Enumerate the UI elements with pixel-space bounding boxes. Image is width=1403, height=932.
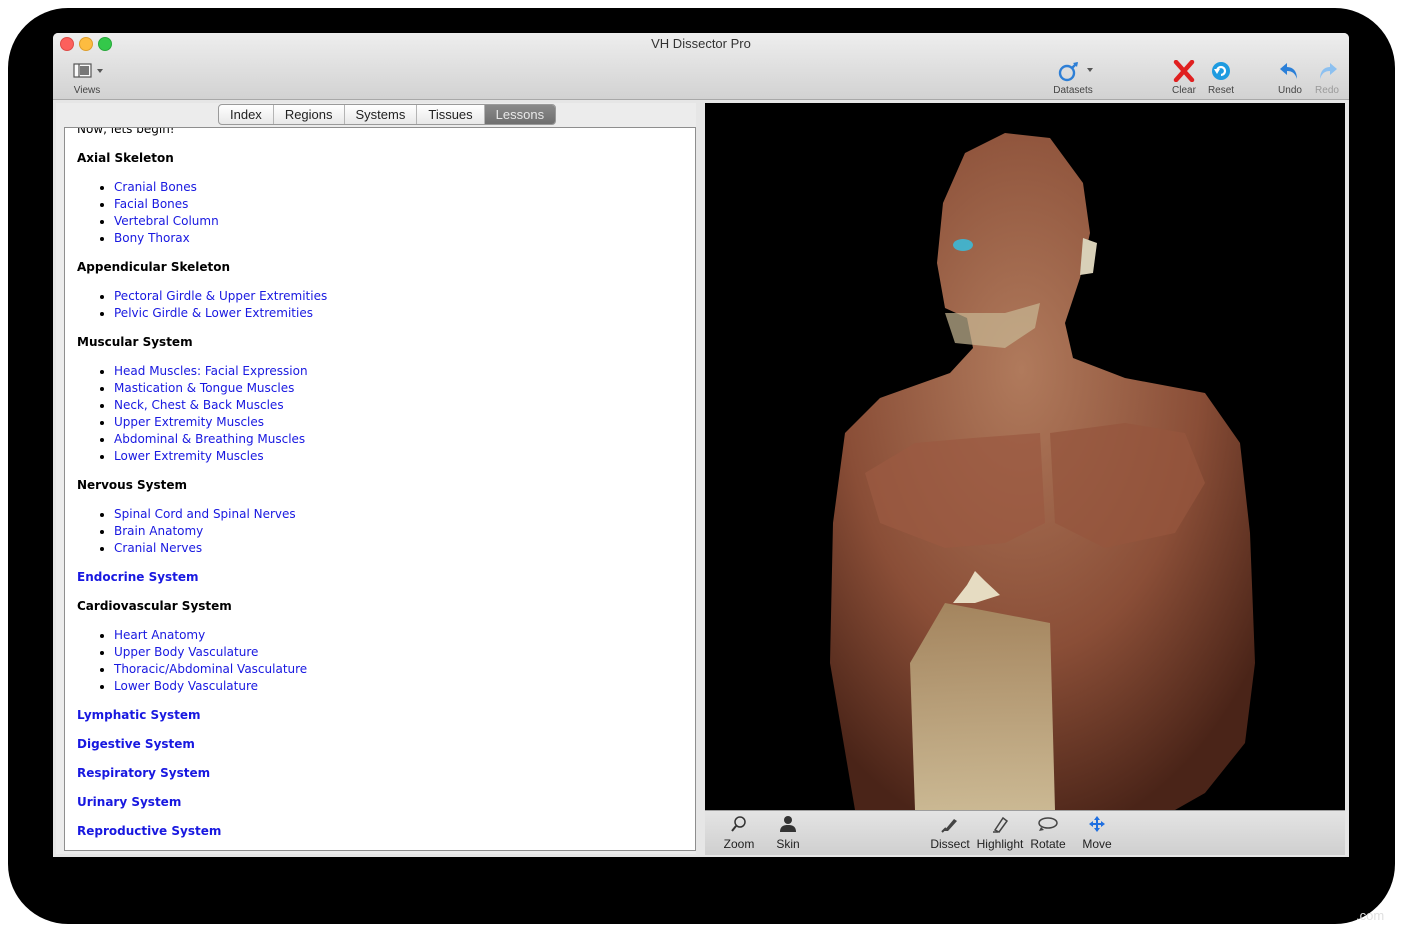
lesson-section-urinary-system[interactable]: Urinary System	[77, 794, 677, 811]
viewer-panel: Zoom Skin Dissect Highlight Rotate Move	[705, 103, 1345, 855]
lesson-link-vertebral-column[interactable]: Vertebral Column	[114, 213, 677, 230]
lesson-link-brain-anatomy[interactable]: Brain Anatomy	[114, 523, 677, 540]
lesson-link-upper-body-vasculature[interactable]: Upper Body Vasculature	[114, 644, 677, 661]
window-title: VH Dissector Pro	[651, 36, 751, 51]
rotate-label: Rotate	[1030, 837, 1066, 851]
lesson-link-list: Pectoral Girdle & Upper ExtremitiesPelvi…	[77, 288, 677, 322]
lesson-link-neck-chest-back-muscles[interactable]: Neck, Chest & Back Muscles	[114, 397, 677, 414]
lessons-content: Now, lets begin! Axial Skeleton Cranial B…	[64, 127, 696, 851]
views-icon	[67, 60, 107, 82]
tab-bar: Index Regions Systems Tissues Lessons	[218, 104, 557, 125]
lesson-link-list: Cranial BonesFacial BonesVertebral Colum…	[77, 179, 677, 247]
highlighter-icon	[975, 815, 1025, 833]
lesson-link-pectoral-girdle-upper-extremities[interactable]: Pectoral Girdle & Upper Extremities	[114, 288, 677, 305]
datasets-button[interactable]: Datasets	[1051, 60, 1095, 96]
redo-label: Redo	[1315, 85, 1339, 96]
scalpel-icon	[929, 815, 971, 833]
reset-label: Reset	[1207, 85, 1235, 96]
watermark-text: .com	[1356, 908, 1385, 923]
views-label: Views	[73, 85, 101, 96]
move-arrows-icon	[1079, 815, 1115, 833]
datasets-icon	[1051, 60, 1095, 82]
anatomy-3d-viewer[interactable]	[705, 103, 1345, 810]
lesson-link-mastication-tongue-muscles[interactable]: Mastication & Tongue Muscles	[114, 380, 677, 397]
views-button[interactable]: Views	[67, 60, 107, 96]
lessons-intro: Now, lets begin!	[77, 127, 175, 136]
tab-regions[interactable]: Regions	[274, 105, 345, 124]
title-bar: VH Dissector Pro Views Datasets Clear Re…	[53, 33, 1349, 100]
lesson-section-axial-skeleton: Axial Skeleton	[77, 151, 174, 165]
lesson-link-spinal-cord-and-spinal-nerves[interactable]: Spinal Cord and Spinal Nerves	[114, 506, 677, 523]
redo-button[interactable]: Redo	[1310, 60, 1344, 96]
reset-button[interactable]: Reset	[1204, 60, 1238, 96]
zoom-tool-button[interactable]: Zoom	[722, 815, 756, 851]
skin-tool-button[interactable]: Skin	[771, 815, 805, 851]
redo-arrow-icon	[1310, 60, 1344, 82]
lessons-list: Now, lets begin! Axial Skeleton Cranial B…	[77, 127, 677, 840]
tab-lessons[interactable]: Lessons	[484, 105, 556, 124]
lesson-link-lower-extremity-muscles[interactable]: Lower Extremity Muscles	[114, 448, 677, 465]
person-icon	[771, 815, 805, 833]
lesson-link-bony-thorax[interactable]: Bony Thorax	[114, 230, 677, 247]
clear-button[interactable]: Clear	[1167, 59, 1201, 96]
tool-bar: Zoom Skin Dissect Highlight Rotate Move	[705, 810, 1345, 855]
reset-icon	[1204, 60, 1238, 82]
move-tool-button[interactable]: Move	[1079, 815, 1115, 851]
undo-arrow-icon	[1273, 60, 1307, 82]
magnifier-icon	[722, 815, 756, 833]
lesson-link-head-muscles-facial-expression[interactable]: Head Muscles: Facial Expression	[114, 363, 677, 380]
anatomy-model-image	[830, 133, 1255, 810]
lesson-section-lymphatic-system[interactable]: Lymphatic System	[77, 707, 677, 724]
tab-tissues[interactable]: Tissues	[417, 105, 485, 124]
lesson-link-cranial-bones[interactable]: Cranial Bones	[114, 179, 677, 196]
lesson-section-appendicular-skeleton: Appendicular Skeleton	[77, 260, 231, 274]
dissect-label: Dissect	[930, 837, 970, 851]
lesson-section-endocrine-system[interactable]: Endocrine System	[77, 569, 677, 586]
lesson-section-respiratory-system[interactable]: Respiratory System	[77, 765, 677, 782]
lesson-link-list: Heart AnatomyUpper Body VasculatureThora…	[77, 627, 677, 695]
highlight-label: Highlight	[976, 837, 1024, 851]
lesson-section-muscular-system: Muscular System	[77, 335, 193, 349]
undo-button[interactable]: Undo	[1273, 60, 1307, 96]
tab-systems[interactable]: Systems	[345, 105, 418, 124]
undo-label: Undo	[1278, 85, 1302, 96]
lesson-section-nervous-system: Nervous System	[77, 478, 188, 492]
tab-index[interactable]: Index	[219, 105, 274, 124]
rotate-tool-button[interactable]: Rotate	[1028, 815, 1068, 851]
lesson-section-digestive-system[interactable]: Digestive System	[77, 736, 677, 753]
lesson-link-cranial-nerves[interactable]: Cranial Nerves	[114, 540, 677, 557]
lesson-link-lower-body-vasculature[interactable]: Lower Body Vasculature	[114, 678, 677, 695]
lesson-link-thoracic-abdominal-vasculature[interactable]: Thoracic/Abdominal Vasculature	[114, 661, 677, 678]
clear-x-icon	[1167, 59, 1201, 83]
datasets-label: Datasets	[1053, 85, 1093, 96]
lesson-section-cardiovascular-system: Cardiovascular System	[77, 599, 232, 613]
move-label: Move	[1082, 837, 1112, 851]
dissect-tool-button[interactable]: Dissect	[929, 815, 971, 851]
lesson-link-list: Head Muscles: Facial ExpressionMasticati…	[77, 363, 677, 465]
rotate-icon	[1028, 815, 1068, 833]
zoom-label: Zoom	[723, 837, 755, 851]
lesson-link-pelvic-girdle-lower-extremities[interactable]: Pelvic Girdle & Lower Extremities	[114, 305, 677, 322]
app-window: VH Dissector Pro Views Datasets Clear Re…	[53, 33, 1349, 857]
lesson-link-facial-bones[interactable]: Facial Bones	[114, 196, 677, 213]
highlight-tool-button[interactable]: Highlight	[975, 815, 1025, 851]
lesson-link-upper-extremity-muscles[interactable]: Upper Extremity Muscles	[114, 414, 677, 431]
lesson-link-heart-anatomy[interactable]: Heart Anatomy	[114, 627, 677, 644]
lesson-section-reproductive-system[interactable]: Reproductive System	[77, 823, 677, 840]
lesson-link-list: Spinal Cord and Spinal NervesBrain Anato…	[77, 506, 677, 557]
lesson-link-abdominal-breathing-muscles[interactable]: Abdominal & Breathing Muscles	[114, 431, 677, 448]
lessons-panel: Index Regions Systems Tissues Lessons No…	[56, 103, 696, 854]
skin-label: Skin	[776, 837, 800, 851]
clear-label: Clear	[1172, 85, 1196, 96]
